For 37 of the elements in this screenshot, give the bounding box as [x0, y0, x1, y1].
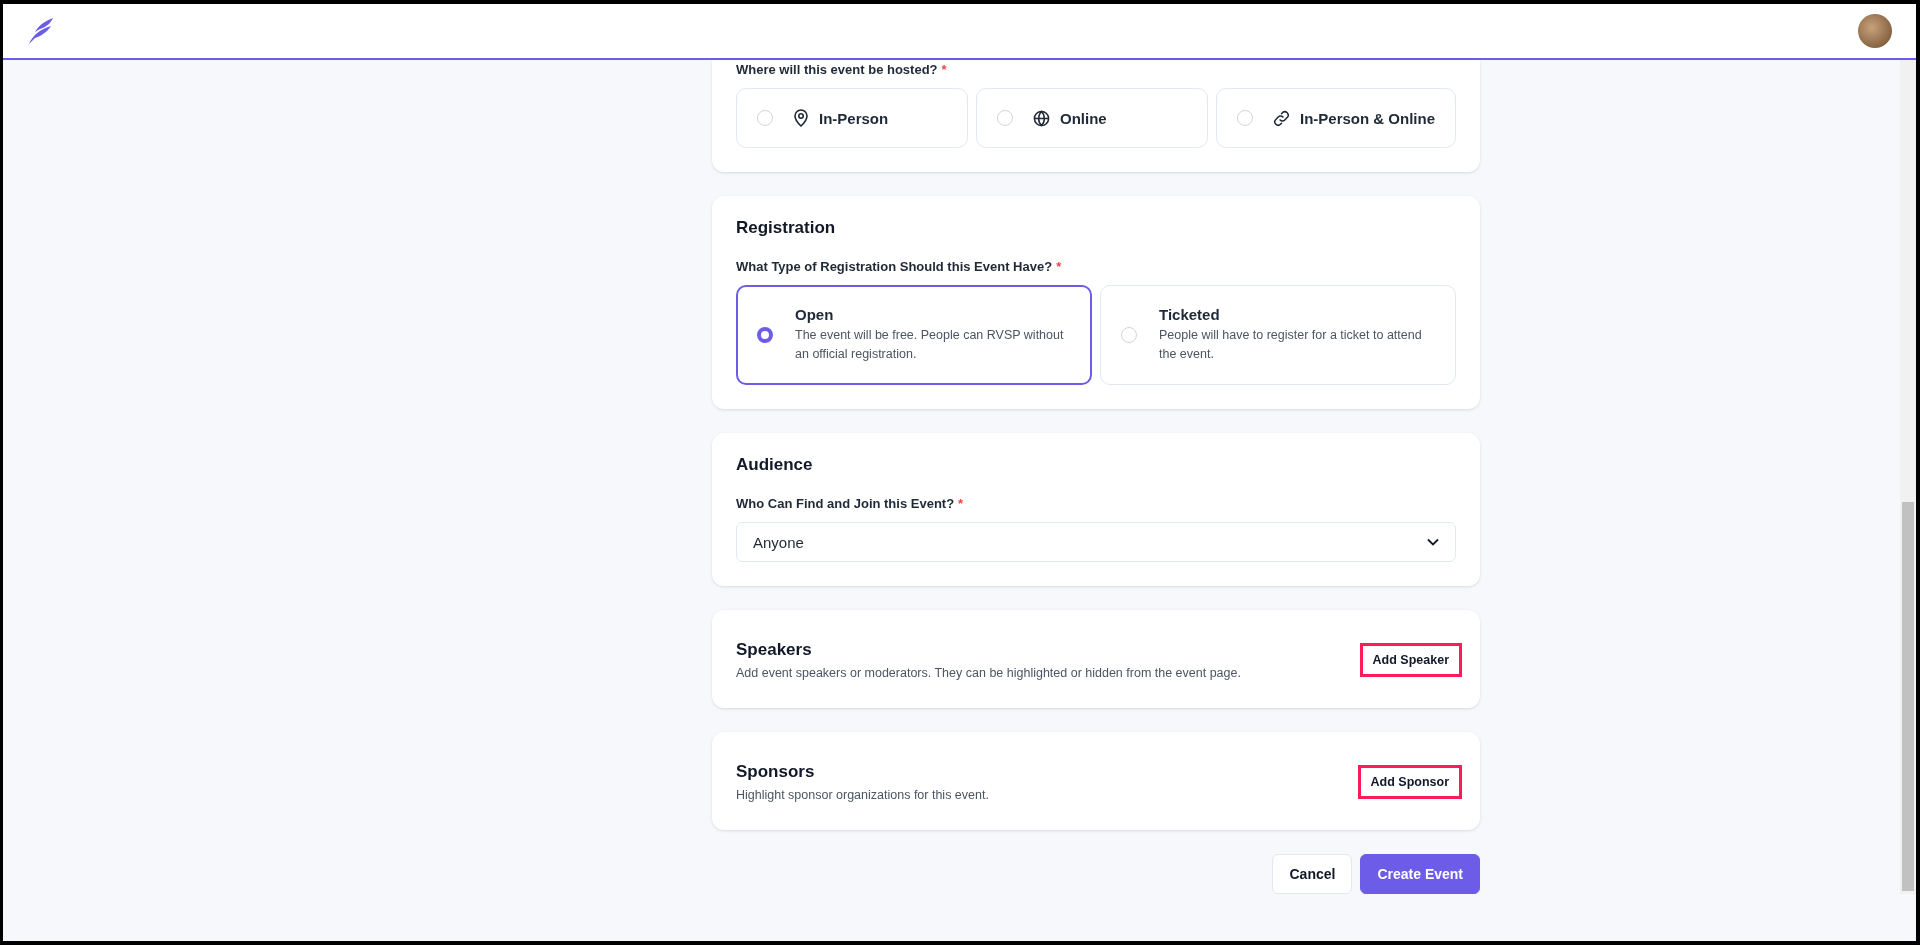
section-description: Add event speakers or moderators. They can be highlighted or hidden from the event page.	[736, 666, 1241, 680]
radio-button[interactable]	[757, 327, 773, 343]
section-title: Speakers	[736, 640, 813, 660]
create-button[interactable]: Create Event	[1360, 854, 1480, 894]
cancel-button[interactable]: Cancel	[1272, 854, 1353, 894]
option-card[interactable]: Open The event will be free. People can RVSP without an official registration.	[736, 285, 1092, 385]
add-button[interactable]: Add Speaker	[1359, 643, 1462, 677]
link-icon	[1273, 109, 1290, 127]
section-title: Registration	[736, 218, 837, 238]
required-mark: *	[958, 496, 964, 511]
add-button[interactable]: Add Sponsor	[1357, 765, 1462, 799]
option-title: Ticketed	[1159, 306, 1221, 323]
option-card[interactable]: Ticketed People will have to register for a ticket to attend the event.	[1100, 285, 1456, 385]
select-field[interactable]: Anyone	[736, 522, 1456, 562]
section-description: Highlight sponsor organizations for this event.	[736, 788, 989, 802]
option-title: Open	[795, 306, 835, 323]
field-label: Where will this event be hosted?	[736, 62, 938, 77]
option-label: In-Person & Online	[1300, 109, 1435, 127]
option-description: People will have to register for a ticket to attend the event.	[1159, 327, 1423, 363]
section-title: Audience	[736, 455, 814, 475]
field-label: What Type of Registration Should this Event Have?	[736, 259, 1053, 274]
chevron-down-icon	[1427, 538, 1439, 546]
avatar[interactable]	[1858, 14, 1892, 48]
map-pin-icon	[793, 109, 809, 127]
section-title: Sponsors	[736, 762, 816, 782]
required-mark: *	[941, 62, 947, 77]
option-card[interactable]: In-Person	[736, 88, 968, 148]
option-card[interactable]: In-Person & Online	[1216, 88, 1456, 148]
scrollbar[interactable]	[1900, 60, 1916, 894]
option-description: The event will be free. People can RVSP without an official registration.	[795, 327, 1065, 363]
select-value: Anyone	[753, 533, 804, 551]
option-label: In-Person	[819, 109, 889, 127]
option-card[interactable]: Online	[976, 88, 1208, 148]
required-mark: *	[1056, 259, 1062, 274]
option-label: Online	[1060, 109, 1107, 127]
globe-icon	[1033, 109, 1050, 127]
field-label: Who Can Find and Join this Event?	[736, 496, 955, 511]
